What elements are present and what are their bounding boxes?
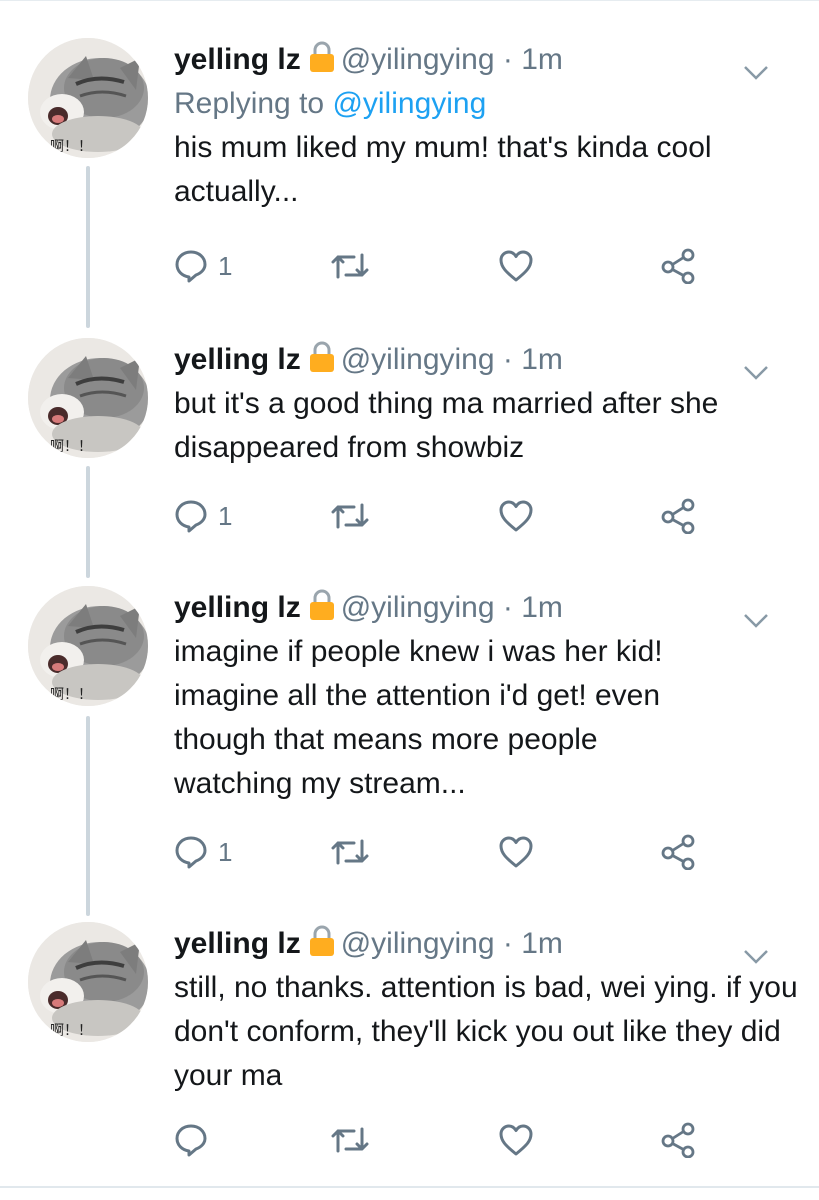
- avatar-caption: 啊！！: [50, 139, 92, 155]
- tweet-text: but it's a good thing ma married after s…: [174, 387, 719, 464]
- like-button[interactable]: [498, 496, 534, 536]
- chevron-down-icon[interactable]: [743, 350, 769, 394]
- reply-icon: [175, 500, 207, 533]
- display-name[interactable]: yelling lz: [174, 591, 301, 624]
- display-name[interactable]: yelling lz: [174, 43, 301, 76]
- timestamp[interactable]: · 1m: [503, 927, 563, 960]
- replying-to: Replying to @yilingying: [174, 87, 487, 120]
- bottom-divider: [0, 1186, 819, 1188]
- top-divider: [0, 0, 819, 1]
- lock-icon: [309, 589, 335, 634]
- heart-icon: [499, 836, 533, 868]
- user-handle[interactable]: @yilingying: [341, 591, 495, 624]
- share-button[interactable]: [660, 1120, 696, 1160]
- retweet-button[interactable]: [330, 246, 370, 286]
- tweet-header: yelling lz @yilingying · 1m: [174, 922, 795, 966]
- retweet-button[interactable]: [330, 832, 370, 872]
- share-icon: [661, 248, 695, 284]
- avatar-caption: 啊！！: [50, 687, 92, 703]
- user-handle[interactable]: @yilingying: [341, 43, 495, 76]
- share-icon: [661, 834, 695, 870]
- lock-icon: [309, 341, 335, 386]
- retweet-icon: [331, 253, 369, 279]
- lock-icon: [309, 925, 335, 970]
- chevron-down-icon[interactable]: [743, 50, 769, 94]
- tweet-header: yelling lz @yilingying · 1m: [174, 38, 795, 82]
- heart-icon: [499, 500, 533, 532]
- share-icon: [661, 498, 695, 534]
- tweet-actions: [174, 1120, 734, 1160]
- retweet-icon: [331, 1127, 369, 1153]
- share-button[interactable]: [660, 496, 696, 536]
- avatar[interactable]: 啊！！: [28, 338, 148, 458]
- display-name[interactable]: yelling lz: [174, 927, 301, 960]
- chevron-down-icon[interactable]: [743, 934, 769, 978]
- heart-icon: [499, 1124, 533, 1156]
- reply-mention-link[interactable]: @yilingying: [332, 87, 486, 120]
- reply-button[interactable]: 1: [174, 496, 232, 536]
- user-handle[interactable]: @yilingying: [341, 343, 495, 376]
- reply-button[interactable]: 1: [174, 832, 232, 872]
- avatar-caption: 啊！！: [50, 439, 92, 455]
- share-button[interactable]: [660, 832, 696, 872]
- reply-icon: [175, 250, 207, 283]
- like-button[interactable]: [498, 1120, 534, 1160]
- avatar[interactable]: 啊！！: [28, 38, 148, 158]
- tweet-header: yelling lz @yilingying · 1m: [174, 338, 795, 382]
- retweet-icon: [331, 503, 369, 529]
- chevron-down-icon[interactable]: [743, 598, 769, 642]
- lock-icon: [309, 41, 335, 86]
- thread-connector: [86, 716, 90, 916]
- share-icon: [661, 1122, 695, 1158]
- tweet-actions: 1: [174, 832, 734, 872]
- thread-connector: [86, 466, 90, 578]
- timestamp[interactable]: · 1m: [503, 43, 563, 76]
- retweet-icon: [331, 839, 369, 865]
- like-button[interactable]: [498, 246, 534, 286]
- timestamp[interactable]: · 1m: [503, 343, 563, 376]
- tweet-actions: 1: [174, 246, 734, 286]
- user-handle[interactable]: @yilingying: [341, 927, 495, 960]
- reply-button[interactable]: [174, 1120, 218, 1160]
- tweet-header: yelling lz @yilingying · 1m: [174, 586, 795, 630]
- share-button[interactable]: [660, 246, 696, 286]
- tweet-text: his mum liked my mum! that's kinda cool …: [174, 131, 712, 208]
- timestamp[interactable]: · 1m: [503, 591, 563, 624]
- reply-count: 1: [218, 250, 233, 281]
- reply-count: 1: [218, 500, 233, 531]
- avatar[interactable]: 啊！！: [28, 586, 148, 706]
- display-name[interactable]: yelling lz: [174, 343, 301, 376]
- reply-button[interactable]: 1: [174, 246, 232, 286]
- reply-icon: [175, 1124, 207, 1157]
- avatar-caption: 啊！！: [50, 1023, 92, 1039]
- retweet-button[interactable]: [330, 496, 370, 536]
- retweet-button[interactable]: [330, 1120, 370, 1160]
- reply-count: 1: [218, 836, 233, 867]
- avatar[interactable]: 啊！！: [28, 922, 148, 1042]
- thread-connector: [86, 166, 90, 328]
- tweet-text: imagine if people knew i was her kid! im…: [174, 635, 663, 800]
- like-button[interactable]: [498, 832, 534, 872]
- tweet-actions: 1: [174, 496, 734, 536]
- tweet-text: still, no thanks. attention is bad, wei …: [174, 971, 798, 1092]
- heart-icon: [499, 250, 533, 282]
- reply-icon: [175, 836, 207, 869]
